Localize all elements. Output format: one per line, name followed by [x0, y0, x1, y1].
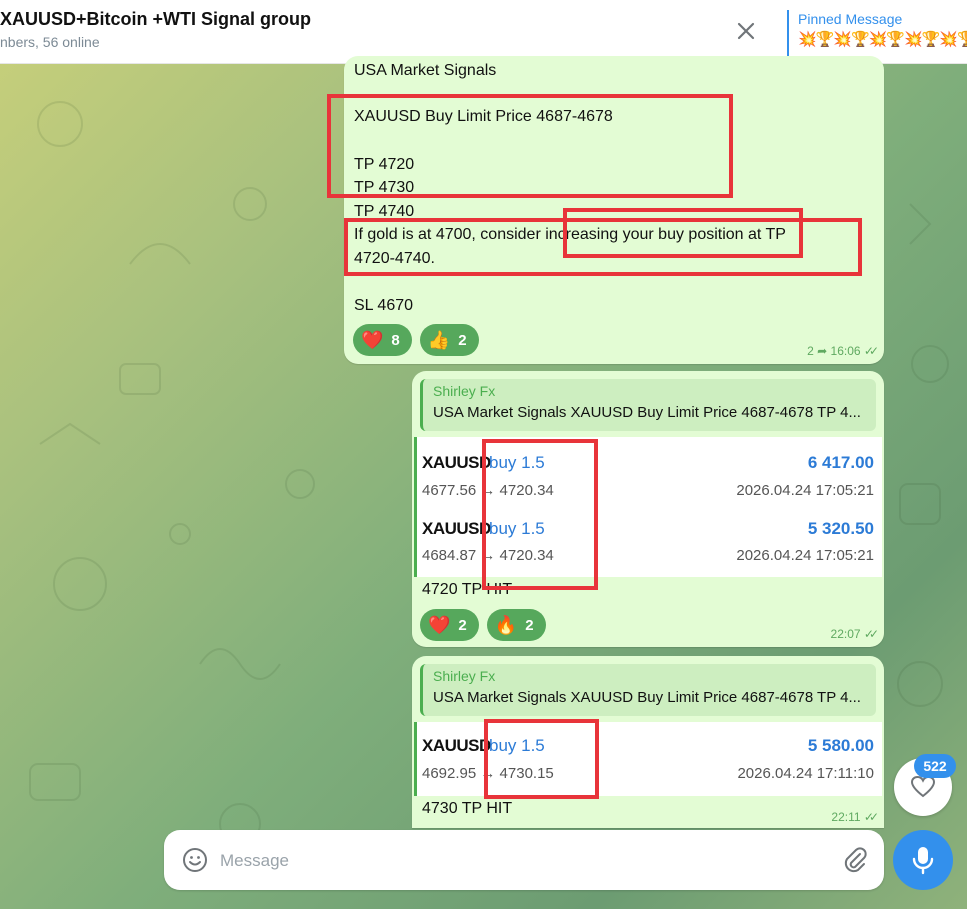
trade-symbol: XAUUSD: [422, 453, 491, 472]
reply-preview[interactable]: Shirley Fx USA Market Signals XAUUSD Buy…: [420, 379, 876, 431]
message-time: 16:06: [830, 344, 861, 358]
message-text-line: TP 4720: [354, 156, 415, 173]
message-bubble[interactable]: Shirley Fx USA Market Signals XAUUSD Buy…: [412, 656, 884, 828]
chat-header: XAUUSD+Bitcoin +WTI Signal group nbers, …: [0, 0, 967, 64]
trade-profit: 5 580.00: [807, 736, 874, 755]
message-time: 22:11: [831, 810, 861, 824]
read-check-icon: ✓✓: [863, 810, 879, 824]
reply-text: USA Market Signals XAUUSD Buy Limit Pric…: [433, 404, 861, 421]
trade-date: 2026.04.24 17:05:21: [736, 547, 874, 564]
reaction-thumbs-up[interactable]: 👍 2: [419, 324, 479, 356]
reply-count[interactable]: 2: [807, 344, 814, 358]
voice-record-button[interactable]: [893, 830, 953, 890]
reply-text: USA Market Signals XAUUSD Buy Limit Pric…: [433, 689, 861, 706]
trade-profit: 6 417.00: [807, 453, 874, 472]
trade-card[interactable]: XAUUSD buy 1.5 5 580.00 4692.95 → 4730.1…: [414, 722, 882, 796]
trade-type: buy 1.5: [489, 453, 545, 472]
close-icon[interactable]: [733, 18, 759, 44]
message-composer: [164, 830, 884, 890]
reaction-heart[interactable]: ❤️ 8: [353, 324, 412, 356]
chat-title[interactable]: XAUUSD+Bitcoin +WTI Signal group: [0, 9, 311, 30]
message-text-line: SL 4670: [354, 297, 414, 314]
message-time: 22:07: [830, 627, 861, 641]
message-meta: 2 ➦ 16:06 ✓✓: [807, 344, 879, 358]
trade-profit: 5 320.50: [807, 519, 874, 538]
reply-author: Shirley Fx: [433, 668, 496, 684]
mic-icon: [912, 847, 934, 875]
message-text-line: If gold is at 4700, consider increasing …: [354, 226, 786, 243]
trade-type: buy 1.5: [489, 519, 545, 538]
reactions-row: ❤️ 2 🔥 2: [420, 609, 546, 641]
message-caption: 4730 TP HIT: [422, 800, 513, 817]
message-text-line: TP 4740: [354, 203, 415, 220]
reactions-row: ❤️ 8 👍 2: [353, 324, 479, 356]
pinned-message-text: 💥🏆💥🏆💥🏆💥🏆💥🏆: [798, 31, 967, 48]
message-input[interactable]: [218, 842, 822, 880]
reply-arrow-icon[interactable]: ➦: [817, 344, 827, 358]
message-meta: 22:11 ✓✓: [831, 810, 879, 824]
reply-preview[interactable]: Shirley Fx USA Market Signals XAUUSD Buy…: [420, 664, 876, 716]
message-text-line: USA Market Signals: [354, 62, 497, 79]
trade-type: buy 1.5: [489, 736, 545, 755]
message-text-line: TP 4730: [354, 179, 415, 196]
trade-date: 2026.04.24 17:11:10: [737, 765, 874, 782]
reply-author: Shirley Fx: [433, 383, 496, 399]
trade-card[interactable]: XAUUSD buy 1.5 6 417.00 4677.56 → 4720.3…: [414, 437, 882, 577]
trade-symbol: XAUUSD: [422, 736, 491, 755]
trade-prices: 4677.56 → 4720.34: [422, 482, 554, 499]
trade-symbol: XAUUSD: [422, 519, 491, 538]
trade-date: 2026.04.24 17:05:21: [736, 482, 874, 499]
attach-icon[interactable]: [842, 846, 868, 874]
trade-prices: 4692.95 → 4730.15: [422, 765, 554, 782]
message-text-line: 4720-4740.: [354, 250, 435, 267]
message-text-line: XAUUSD Buy Limit Price 4687-4678: [354, 108, 613, 125]
chat-member-status: nbers, 56 online: [0, 34, 100, 50]
message-bubble[interactable]: Shirley Fx USA Market Signals XAUUSD Buy…: [412, 371, 884, 647]
emoji-icon[interactable]: [182, 847, 208, 873]
reaction-heart[interactable]: ❤️ 2: [420, 609, 479, 641]
message-bubble[interactable]: USA Market Signals XAUUSD Buy Limit Pric…: [344, 56, 884, 364]
unread-count-badge[interactable]: 522: [914, 754, 956, 778]
reaction-fire[interactable]: 🔥 2: [486, 609, 546, 641]
pinned-message-label: Pinned Message: [798, 11, 903, 27]
read-check-icon: ✓✓: [863, 344, 879, 358]
message-meta: 22:07 ✓✓: [830, 627, 880, 641]
heart-icon: [910, 775, 936, 798]
message-caption: 4720 TP HIT: [422, 581, 513, 598]
trade-prices: 4684.87 → 4720.34: [422, 547, 554, 564]
read-check-icon: ✓✓: [863, 627, 879, 641]
pinned-message[interactable]: Pinned Message 💥🏆💥🏆💥🏆💥🏆💥🏆: [787, 10, 967, 56]
